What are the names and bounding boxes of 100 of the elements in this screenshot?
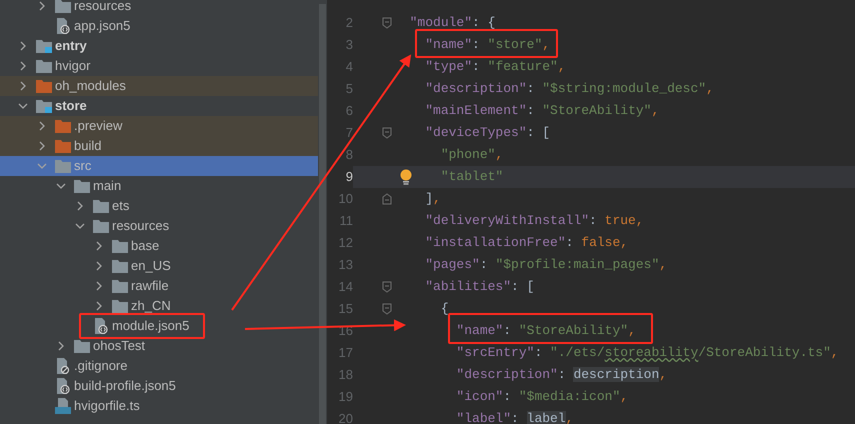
tree-row[interactable]: oh_modules <box>0 76 318 96</box>
line-number: 20 <box>338 410 353 424</box>
tree-label: main <box>93 177 122 196</box>
tree-label: zh_CN <box>131 297 171 316</box>
tree-label: .gitignore <box>74 357 128 376</box>
code-line: "installationFree": false, <box>425 234 628 252</box>
tree-label: ets <box>112 197 130 216</box>
folder-icon <box>74 339 90 353</box>
code-line: "phone", <box>440 146 504 164</box>
tree-row[interactable]: entry <box>0 36 318 56</box>
folder-icon <box>112 279 128 293</box>
line-number: 18 <box>338 366 353 384</box>
fold-marker-icon[interactable] <box>382 303 392 315</box>
tree-row[interactable]: zh_CN <box>0 296 318 316</box>
line-number: 14 <box>338 278 353 296</box>
folder-icon <box>36 59 52 73</box>
tree-label: entry <box>55 37 87 56</box>
folder-icon <box>55 139 71 153</box>
fold-marker-icon[interactable] <box>382 17 392 29</box>
tree-label: en_US <box>131 257 171 276</box>
code-line: "srcEntry": "./ets/storeability/StoreAbility.ts", <box>456 344 839 362</box>
chevron-right-icon[interactable] <box>56 341 66 351</box>
chevron-down-icon[interactable] <box>18 101 28 111</box>
line-number: 6 <box>344 102 353 120</box>
chevron-right-icon[interactable] <box>75 201 85 211</box>
fold-marker-icon[interactable] <box>382 193 392 205</box>
tree-row[interactable]: hvigor <box>0 56 318 76</box>
chevron-right-icon[interactable] <box>37 1 47 11</box>
line-number: 13 <box>338 256 353 274</box>
tree-label: build-profile.json5 <box>74 377 176 396</box>
fold-marker-icon[interactable] <box>382 281 392 293</box>
line-number: 11 <box>338 212 353 230</box>
line-number: 4 <box>344 58 353 76</box>
code-line: "tablet" <box>440 168 504 186</box>
tree-row[interactable]: en_US <box>0 256 318 276</box>
tree-label: .preview <box>74 117 122 136</box>
tree-label: module.json5 <box>112 317 190 336</box>
tree-label: resources <box>74 0 132 16</box>
tree-row[interactable]: .preview <box>0 116 318 136</box>
tree-row[interactable]: ets <box>0 196 318 216</box>
code-line: "name": "StoreAbility", <box>456 322 636 340</box>
folder-icon <box>112 299 128 313</box>
fold-marker-icon[interactable] <box>382 127 392 139</box>
line-number: 7 <box>344 124 353 142</box>
code-line: "name": "store", <box>425 36 550 54</box>
line-number: 5 <box>344 80 353 98</box>
config-file-icon <box>93 318 109 334</box>
folder-icon <box>93 219 109 233</box>
tree-row[interactable]: store <box>0 96 318 116</box>
folder-icon <box>55 159 71 173</box>
tree-row[interactable]: module.json5 <box>0 316 318 336</box>
tree-row[interactable]: base <box>0 236 318 256</box>
code-line: ], <box>425 190 441 208</box>
tree-row[interactable]: ohosTest <box>0 336 318 356</box>
tree-row[interactable]: main <box>0 176 318 196</box>
scrollbar-thumb[interactable] <box>319 4 326 424</box>
folder-icon <box>36 79 52 93</box>
line-number: 12 <box>338 234 353 252</box>
ignore-file-icon <box>55 358 71 374</box>
tree-label: app.json5 <box>74 17 130 36</box>
tree-row[interactable]: app.json5 <box>0 16 318 36</box>
tree-row[interactable]: build-profile.json5 <box>0 376 318 396</box>
folder-icon <box>93 199 109 213</box>
code-line: "module": { <box>410 14 496 32</box>
tree-row[interactable]: .gitignore <box>0 356 318 376</box>
code-line: "deviceTypes": [ <box>425 124 550 142</box>
tree-label: oh_modules <box>55 77 126 96</box>
folder-icon <box>74 179 90 193</box>
folder-icon <box>36 39 52 53</box>
folder-icon <box>112 259 128 273</box>
code-line: "pages": "$profile:main_pages", <box>425 256 668 274</box>
line-number: 15 <box>338 300 353 318</box>
code-line: "abilities": [ <box>425 278 534 296</box>
tree-row[interactable]: resources <box>0 216 318 236</box>
line-number: 8 <box>344 146 353 164</box>
tree-label: resources <box>112 217 170 236</box>
config-file-icon <box>55 378 71 394</box>
chevron-down-icon[interactable] <box>75 221 85 231</box>
config-file-icon <box>55 18 71 34</box>
code-line: "icon": "$media:icon", <box>456 388 628 406</box>
tree-label: base <box>131 237 160 256</box>
code-line: "mainElement": "StoreAbility", <box>425 102 660 120</box>
code-line: "type": "feature", <box>425 58 566 76</box>
tree-label: hvigorfile.ts <box>74 397 140 416</box>
line-number: 19 <box>338 388 353 406</box>
line-number: 3 <box>344 36 353 54</box>
code-line: "description": "$string:module_desc", <box>425 80 714 98</box>
tree-row[interactable]: build <box>0 136 318 156</box>
folder-icon <box>55 0 71 13</box>
tree-row[interactable]: hvigorfile.ts <box>0 396 318 416</box>
line-number: 2 <box>344 14 353 32</box>
tree-label: build <box>74 137 102 156</box>
tree-row[interactable]: resources <box>0 0 318 16</box>
lightbulb-icon[interactable] <box>400 169 412 185</box>
tree-row[interactable]: rawfile <box>0 276 318 296</box>
line-number: 10 <box>338 190 353 208</box>
folder-icon <box>55 119 71 133</box>
tree-label: ohosTest <box>93 337 146 356</box>
code-line: "description": description, <box>456 366 668 384</box>
line-number: 9 <box>344 168 353 186</box>
